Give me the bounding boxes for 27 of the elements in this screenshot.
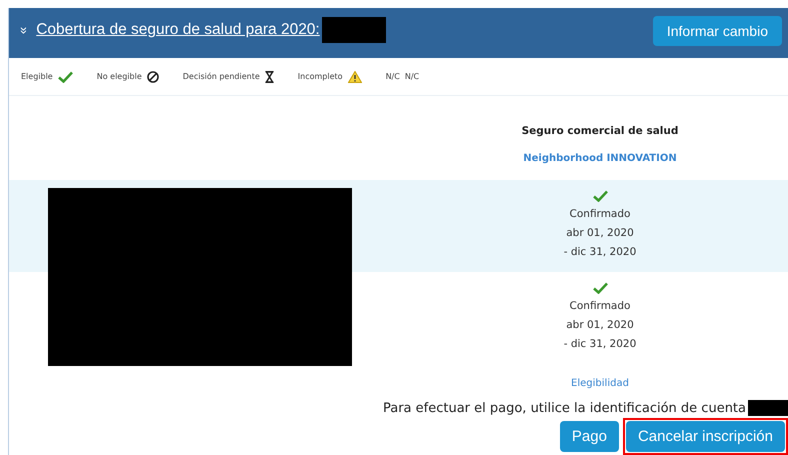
legend-label: Incompleto xyxy=(298,72,343,81)
legend-label: No elegible xyxy=(96,72,142,81)
check-icon xyxy=(58,70,73,82)
blocked-icon xyxy=(146,70,159,82)
plan-name-link[interactable]: Neighborhood INNOVATION xyxy=(523,152,677,164)
report-change-button[interactable]: Informar cambio xyxy=(652,16,782,46)
check-icon xyxy=(592,282,608,294)
collapse-toggle[interactable]: » xyxy=(17,26,32,34)
start-date: abr 01, 2020 xyxy=(566,226,634,240)
cancel-enrollment-button[interactable]: Cancelar inscripción xyxy=(626,421,785,452)
status-text: Confirmado xyxy=(570,299,630,313)
check-icon xyxy=(592,190,608,202)
plan-type: Seguro comercial de salud xyxy=(522,124,678,136)
end-date: - dic 31, 2020 xyxy=(564,245,636,259)
section-title[interactable]: Cobertura de seguro de salud para 2020: xyxy=(36,21,320,39)
eligibility-link[interactable]: Elegibilidad xyxy=(571,378,629,388)
warning-icon xyxy=(348,70,362,82)
hourglass-icon xyxy=(264,70,274,82)
legend-label: N/C xyxy=(386,72,400,81)
legend-label: Decisión pendiente xyxy=(182,72,260,81)
end-date: - dic 31, 2020 xyxy=(564,337,636,351)
start-date: abr 01, 2020 xyxy=(566,318,634,332)
legend-label: Elegible xyxy=(21,72,53,81)
status-text: Confirmado xyxy=(570,207,630,221)
legend-symbol: N/C xyxy=(404,72,420,81)
payment-note: Para efectuar el pago, utilice la identificación de cuenta xyxy=(382,400,746,416)
payment-button[interactable]: Pago xyxy=(560,421,619,452)
